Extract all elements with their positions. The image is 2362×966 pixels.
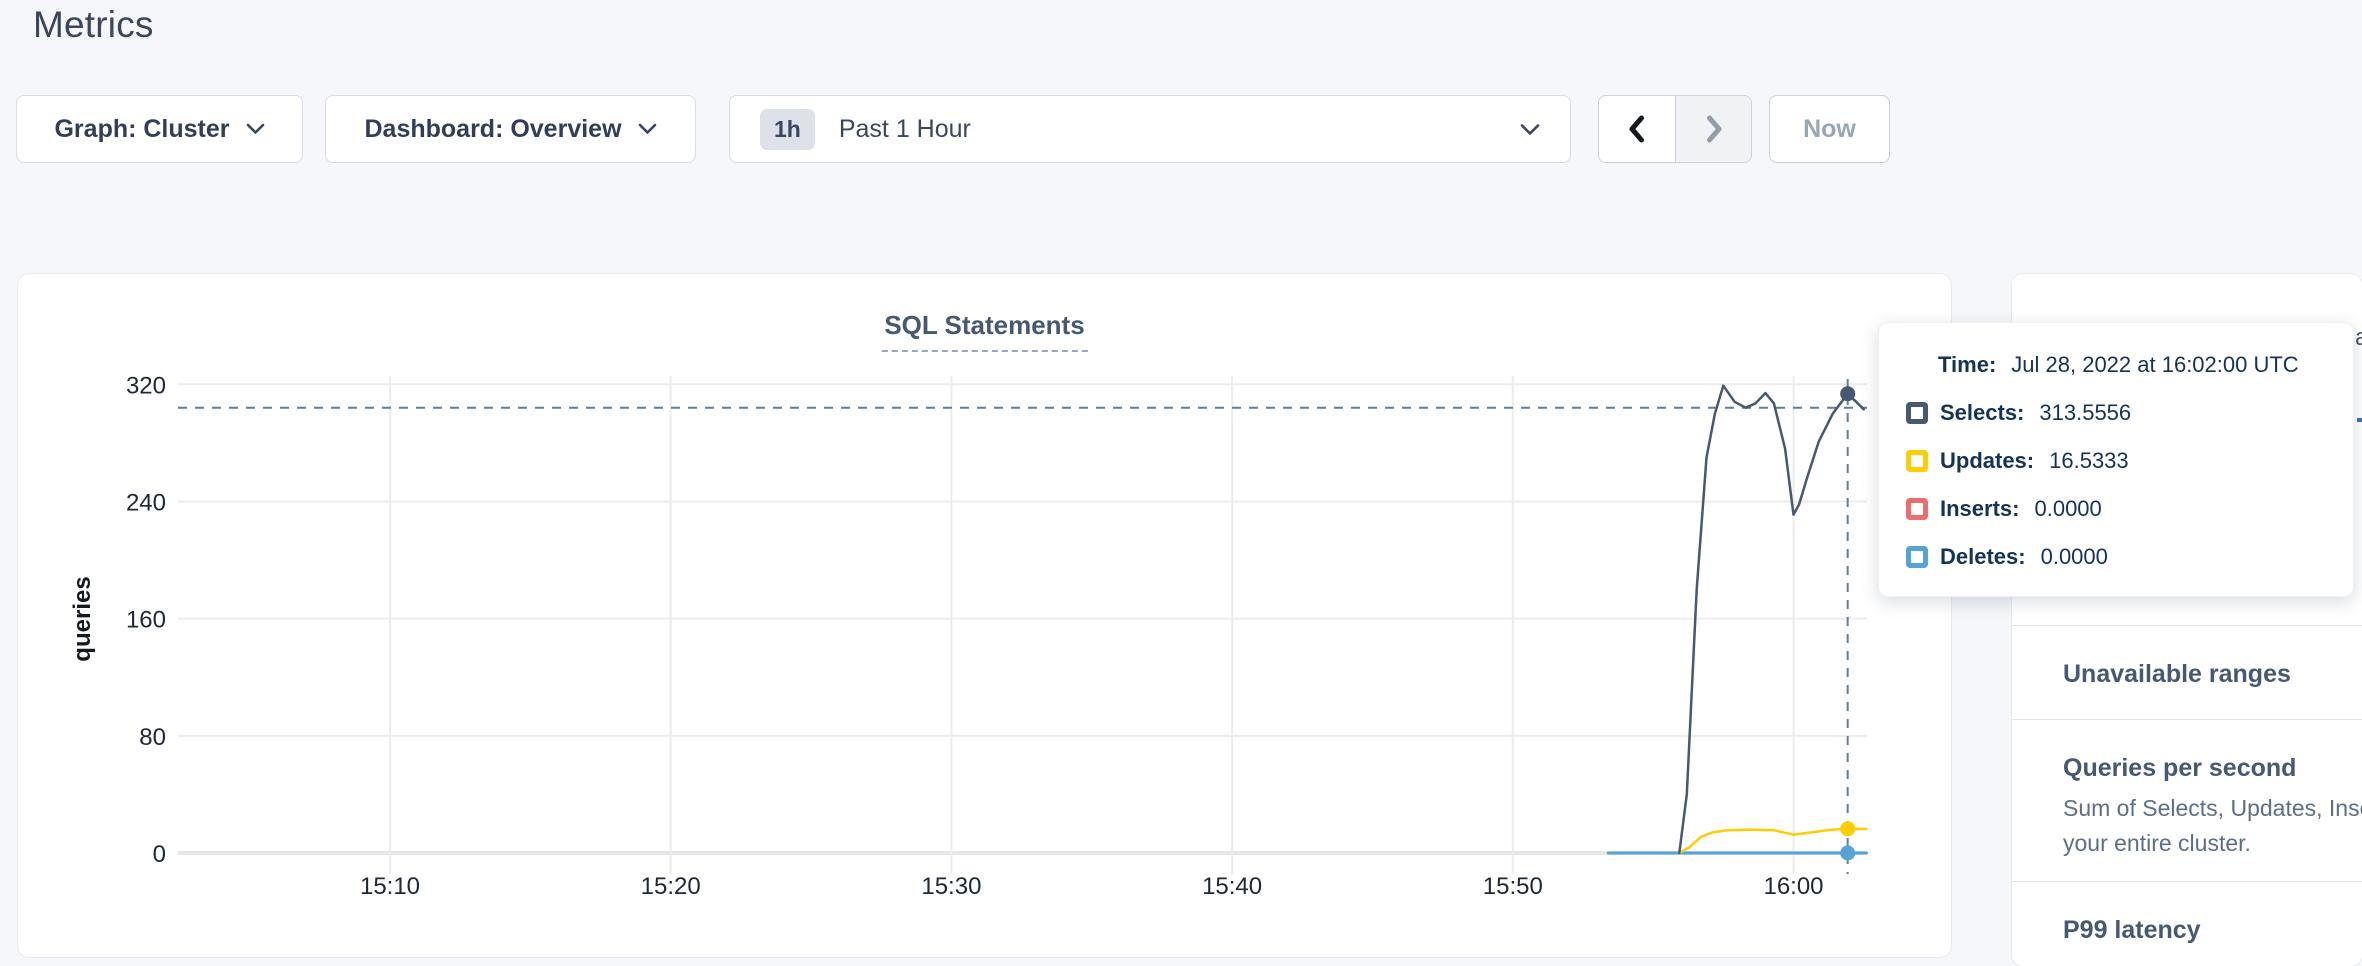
sidebar-heading-unavailable-ranges: Unavailable ranges	[2063, 659, 2362, 689]
page-title: Metrics	[33, 4, 154, 46]
metrics-page: Metrics Graph: Cluster Dashboard: Overvi…	[0, 0, 2362, 966]
chart-tooltip: Time: Jul 28, 2022 at 16:02:00 UTC Selec…	[1878, 322, 2354, 597]
tooltip-series-label: Deletes:	[1940, 544, 2026, 570]
y-tick-label: 240	[126, 489, 166, 516]
tooltip-row-selects: Selects: 313.5556	[1906, 399, 2353, 427]
tooltip-series-value: 16.5333	[2049, 448, 2129, 474]
y-axis-title: queries	[69, 576, 96, 661]
tooltip-time-row: Time: Jul 28, 2022 at 16:02:00 UTC	[1938, 351, 2353, 379]
time-range-label: Past 1 Hour	[839, 115, 971, 144]
prev-time-button[interactable]	[1599, 96, 1675, 162]
sidebar-desc-line: your entire cluster.	[2063, 826, 2362, 861]
time-pager	[1598, 95, 1752, 163]
x-tick-label: 15:50	[1483, 873, 1543, 900]
tooltip-time-label: Time:	[1938, 352, 1996, 378]
x-tick-label: 15:30	[921, 873, 981, 900]
sidebar-heading-p99-latency: P99 latency	[2063, 915, 2362, 945]
sidebar-glossary: Unavailable ranges Queries per second Sum …	[2012, 625, 2362, 966]
sidebar-heading-queries-per-second: Queries per second	[2063, 753, 2362, 783]
tooltip-series-label: Selects:	[1940, 400, 2024, 426]
chevron-down-icon	[246, 123, 265, 135]
tooltip-series-label: Updates:	[1940, 448, 2034, 474]
now-button[interactable]: Now	[1769, 95, 1890, 163]
sidebar-desc-line: Sum of Selects, Updates, Inser	[2063, 791, 2362, 826]
sidebar-divider	[2012, 625, 2362, 626]
sql-statements-panel: SQL Statements 0 80 160 240 320 15:10 15:20 15:…	[17, 273, 1952, 958]
tooltip-series-label: Inserts:	[1940, 496, 2019, 522]
hover-dot-selects	[1840, 386, 1855, 401]
y-tick-label: 320	[126, 372, 166, 399]
tooltip-legend-rows: Selects: 313.5556Updates: 16.5333 Inserts: 0…	[1906, 399, 2353, 571]
clipped-text-fragment: a	[2355, 324, 2362, 352]
x-tick-label: 15:10	[360, 873, 420, 900]
dashboard-dropdown-label: Dashboard: Overview	[364, 115, 621, 144]
x-tick-label: 16:00	[1763, 873, 1823, 900]
tooltip-row-deletes: Deletes: 0.0000	[1906, 543, 2353, 571]
next-time-button[interactable]	[1675, 96, 1751, 162]
chart-title[interactable]: SQL Statements	[881, 310, 1087, 352]
sidebar-divider	[2012, 719, 2362, 720]
tooltip-series-value: 0.0000	[2034, 496, 2101, 522]
chevron-left-icon	[1626, 114, 1648, 144]
tooltip-series-value: 313.5556	[2039, 400, 2131, 426]
sidebar-desc-queries-per-second: Sum of Selects, Updates, Inseryour entir…	[2063, 791, 2362, 891]
graph-dropdown-label: Graph: Cluster	[54, 115, 229, 144]
hover-dot-updates	[1840, 821, 1855, 836]
time-range-dropdown[interactable]: 1h Past 1 Hour	[729, 95, 1571, 163]
legend-swatch-deletes	[1906, 546, 1928, 568]
legend-swatch-inserts	[1906, 498, 1928, 520]
chevron-down-icon	[1520, 123, 1540, 136]
hover-dot-deletes	[1840, 846, 1855, 861]
graph-dropdown[interactable]: Graph: Cluster	[16, 95, 303, 163]
legend-swatch-updates	[1906, 450, 1928, 472]
chevron-down-icon	[638, 123, 657, 135]
chevron-right-icon	[1703, 114, 1725, 144]
y-tick-label: 160	[126, 607, 166, 634]
tooltip-time-value: Jul 28, 2022 at 16:02:00 UTC	[2011, 352, 2298, 378]
sidebar-divider	[2012, 881, 2362, 882]
tooltip-row-inserts: Inserts: 0.0000	[1906, 495, 2353, 523]
tooltip-series-value: 0.0000	[2041, 544, 2108, 570]
time-range-badge: 1h	[760, 109, 815, 150]
clipped-link-fragment	[2357, 418, 2362, 422]
sql-statements-chart[interactable]: 0 80 160 240 320 15:10 15:20 15:30 15:40 15:50 16:…	[18, 274, 1953, 959]
dashboard-dropdown[interactable]: Dashboard: Overview	[325, 95, 696, 163]
tooltip-row-updates: Updates: 16.5333	[1906, 447, 2353, 475]
legend-swatch-selects	[1906, 402, 1928, 424]
series-line-updates	[1679, 829, 1866, 853]
x-tick-label: 15:40	[1202, 873, 1262, 900]
y-tick-label: 80	[139, 724, 166, 751]
x-tick-label: 15:20	[641, 873, 701, 900]
y-tick-label: 0	[153, 841, 166, 868]
